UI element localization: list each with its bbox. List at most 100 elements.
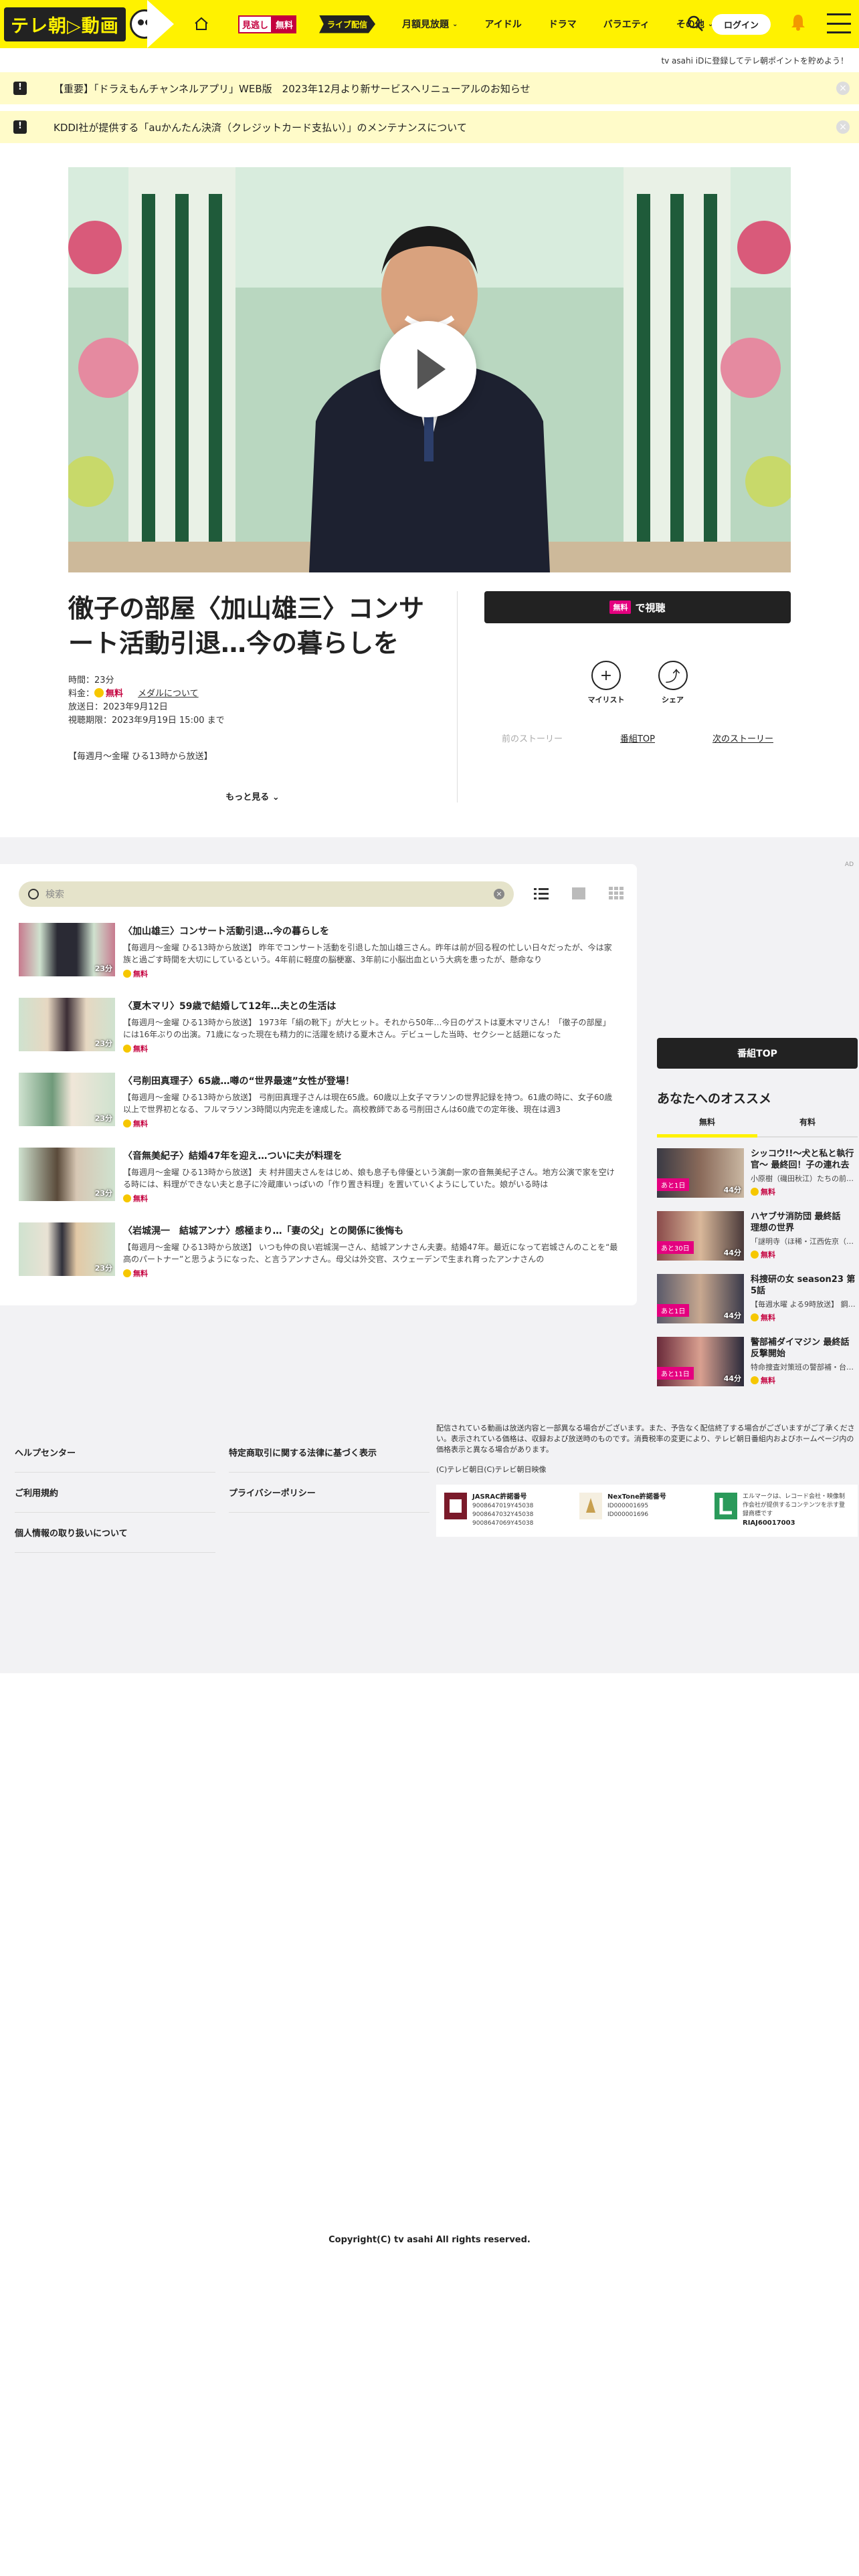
footer-link-help[interactable]: ヘルプセンター xyxy=(15,1432,215,1473)
episode-title: 徹子の部屋〈加山雄三〉コンサート活動引退…今の暮らしを xyxy=(68,594,425,658)
coin-icon xyxy=(751,1313,759,1321)
license-box: JASRAC許諾番号 9008647019Y45038 9008647032Y45… xyxy=(436,1485,858,1537)
coin-icon xyxy=(123,1045,131,1053)
recommend-item[interactable]: あと11日 44分 警部補ダイマジン 最終話 反撃開始 特命捜査対策班の警部補・台…… xyxy=(657,1337,858,1389)
logo-text: テレ朝▷動画 xyxy=(4,7,126,41)
episode-meta: 時間：23分 料金： 無料 メダルについて 放送日：2023年9月12日 視聴期限：… xyxy=(68,674,437,728)
program-top-button[interactable]: 番組TOP xyxy=(657,1038,858,1069)
episode-desc: 【毎週月〜金曜 ひる13時から放送】 夫 村井國夫さんをはじめ、娘も息子も俳優と… xyxy=(123,1168,615,1189)
free-label: 無料 xyxy=(123,1118,618,1129)
nav-variety[interactable]: バラエティ xyxy=(603,17,650,31)
footer-link-terms[interactable]: ご利用規約 xyxy=(15,1473,215,1513)
site-logo[interactable]: テレ朝▷動画 xyxy=(0,0,174,48)
nav-idol[interactable]: アイドル xyxy=(484,17,521,31)
medal-link[interactable]: メダルについて xyxy=(138,689,199,699)
episode-desc: 【毎週月〜金曜 ひる13時から放送】 昨年でコンサート活動を引退した加山雄三さん… xyxy=(123,943,612,964)
program-top-link[interactable]: 番組TOP xyxy=(620,732,655,744)
tab-free[interactable]: 無料 xyxy=(657,1116,757,1138)
login-button[interactable]: ログイン xyxy=(711,14,771,35)
jasrac-numbers: 9008647019Y45038 9008647032Y45038 900864… xyxy=(472,1503,534,1527)
footer-links-mid: 特定商取引に関する法律に基づく表示 プライバシーポリシー xyxy=(229,1432,430,1513)
share-button[interactable]: ⤴ シェア xyxy=(658,661,688,705)
free-text: 無料 xyxy=(761,1251,775,1259)
program-actions: 無料 で視聴 + マイリスト ⤴ シェア 前のストーリー 番組TOP 次のストーリー xyxy=(458,591,791,802)
episode-duration: 23分 xyxy=(94,1114,112,1123)
show-more-button[interactable]: もっと見る ⌄ xyxy=(68,790,437,802)
nav-subscription[interactable]: 月額見放題 ⌄ xyxy=(402,17,458,31)
play-icon[interactable] xyxy=(380,321,476,417)
nextone-numbers: ID000001695 ID000001696 xyxy=(607,1503,649,1518)
watch-button[interactable]: 無料 で視聴 xyxy=(484,591,791,623)
coin-icon xyxy=(751,1188,759,1196)
free-catchup-link[interactable]: 見逃し 無料 xyxy=(238,15,297,33)
episode-desc: 【毎週月〜金曜 ひる13時から放送】 1973年「絹の靴下」が大ヒット。それから… xyxy=(123,1018,611,1039)
view-toggle xyxy=(534,887,624,900)
recommend-item[interactable]: あと1日 44分 科捜研の女 season23 第5話 【毎週水曜 よる9時放送】 … xyxy=(657,1274,858,1326)
notice-icon xyxy=(13,120,27,134)
search-icon[interactable] xyxy=(686,15,704,35)
jasrac-license: JASRAC許諾番号 9008647019Y45038 9008647032Y45… xyxy=(444,1493,579,1529)
tab-paid[interactable]: 有料 xyxy=(757,1116,858,1138)
next-story-link[interactable]: 次のストーリー xyxy=(712,732,773,744)
episode-duration: 23分 xyxy=(94,1039,112,1048)
notice-text: 【重要】「ドラえもんチャンネルアプリ」WEB版 2023年12月より新サービスへ… xyxy=(54,82,531,95)
notice-banner[interactable]: 【重要】「ドラえもんチャンネルアプリ」WEB版 2023年12月より新サービスへ… xyxy=(0,72,859,104)
bell-icon[interactable] xyxy=(791,13,805,31)
episode-item[interactable]: 23分 〈音無美紀子〉結婚47年を迎え…ついに夫が料理を 【毎週月〜金曜 ひる13… xyxy=(19,1148,618,1206)
lmark-license: エルマークは、レコード会社・映像制作会社が提供するコンテンツを示す登録商標です R… xyxy=(714,1493,850,1529)
footer-link-privacy[interactable]: プライバシーポリシー xyxy=(229,1473,430,1513)
video-player[interactable] xyxy=(68,167,791,572)
free-text: 無料 xyxy=(761,1376,775,1385)
recommend-desc: 「謎明寺（ほ稀・江西佐京（遠… xyxy=(751,1237,858,1246)
story-nav: 前のストーリー 番組TOP 次のストーリー xyxy=(484,732,791,744)
episode-item[interactable]: 23分 〈弓削田真理子〉65歳…噂の“世界最速”女性が登場！ 【毎週月〜金曜 ひる… xyxy=(19,1073,618,1132)
recommend-item[interactable]: あと1日 44分 シッコウ!!～犬と私と執行官～ 最終回！子の連れ去り… 小原樹（磯… xyxy=(657,1148,858,1200)
nav-label: バラエティ xyxy=(603,19,650,30)
episode-item[interactable]: 23分 〈夏木マリ〉59歳で結婚して12年…夫との生活は 【毎週月〜金曜 ひる13… xyxy=(19,998,618,1057)
recommend-thumbnail: あと1日 44分 xyxy=(657,1274,744,1323)
recommend-title: 科捜研の女 season23 第5話 xyxy=(751,1275,856,1296)
footer-link-commerce-law[interactable]: 特定商取引に関する法律に基づく表示 xyxy=(229,1432,430,1473)
deadline: 視聴期限：2023年9月19日 15:00 まで xyxy=(68,716,225,726)
point-promo-link[interactable]: tv asahi iDに登録してテレ朝ポイントを貯めよう！ xyxy=(0,48,859,72)
clear-icon[interactable]: × xyxy=(494,889,504,899)
remaining-badge: あと1日 xyxy=(657,1178,690,1191)
lmark-id: RIAJ60017003 xyxy=(743,1519,795,1527)
watch-label: で視聴 xyxy=(635,601,666,614)
free-label: 無料 xyxy=(751,1249,858,1260)
live-link[interactable]: ライブ配信 xyxy=(319,15,376,33)
free-badge: 無料 xyxy=(609,601,632,614)
recommend-title: 警部補ダイマジン 最終話 反撃開始 xyxy=(751,1337,858,1359)
episode-thumbnail: 23分 xyxy=(19,1222,115,1276)
free-text: 無料 xyxy=(133,1269,148,1278)
grid-view-icon[interactable] xyxy=(609,887,624,900)
footer-link-personal-info[interactable]: 個人情報の取り扱いについて xyxy=(15,1513,215,1553)
prev-story-link: 前のストーリー xyxy=(502,734,563,744)
program-info: 徹子の部屋〈加山雄三〉コンサート活動引退…今の暮らしを 時間：23分 料金： 無料… xyxy=(68,591,791,802)
episode-item[interactable]: 23分 〈岩城滉一 結城アンナ〉感極まり…「妻の父」との関係に後悔も 【毎週月〜金… xyxy=(19,1222,618,1281)
recommend-item[interactable]: あと30日 44分 ハヤブサ消防団 最終話 理想の世界 「謎明寺（ほ稀・江西佐京（遠… xyxy=(657,1211,858,1263)
remaining-badge: あと30日 xyxy=(657,1241,694,1254)
notice-banner[interactable]: KDDI社が提供する「auかんたん決済（クレジットカード支払い）」のメンテナンス… xyxy=(0,111,859,143)
episode-item[interactable]: 23分 〈加山雄三〉コンサート活動引退…今の暮らしを 【毎週月〜金曜 ひる13時か… xyxy=(19,923,618,982)
hamburger-menu-icon[interactable] xyxy=(827,13,851,33)
close-icon[interactable]: × xyxy=(836,120,850,134)
price-value: 無料 xyxy=(106,689,124,699)
coin-icon xyxy=(751,1251,759,1259)
home-icon[interactable] xyxy=(193,15,210,33)
search-input[interactable]: 検索 × xyxy=(19,881,514,907)
action-buttons: + マイリスト ⤴ シェア xyxy=(484,661,791,705)
recommend-thumbnail: あと30日 44分 xyxy=(657,1211,744,1261)
free-label: 無料 xyxy=(751,1312,858,1323)
free-label: 無料 xyxy=(123,1268,618,1279)
ad-marker: AD xyxy=(844,861,854,868)
mylist-button[interactable]: + マイリスト xyxy=(588,661,625,705)
large-view-icon[interactable] xyxy=(571,887,586,900)
close-icon[interactable]: × xyxy=(836,82,850,95)
list-view-icon[interactable] xyxy=(534,887,549,900)
nav-drama[interactable]: ドラマ xyxy=(549,17,577,31)
footer-notes: 配信されている動画は放送内容と一部異なる場合がございます。また、予告なく配信終了… xyxy=(436,1423,858,1537)
recommend-duration: 44分 xyxy=(723,1374,741,1383)
episode-desc: 【毎週月〜金曜 ひる13時から放送】 弓削田真理子さんは現在65歳。60歳以上女… xyxy=(123,1093,613,1114)
nav-label: ドラマ xyxy=(548,19,577,30)
